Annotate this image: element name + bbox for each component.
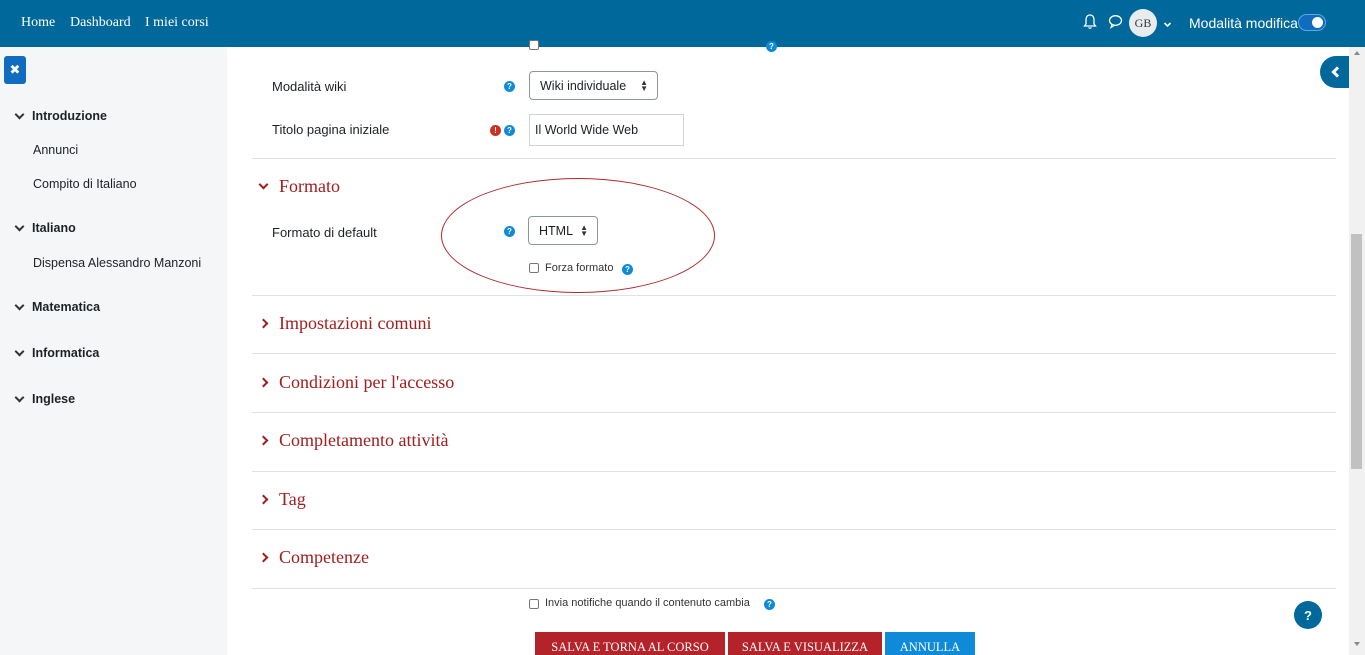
help-icon[interactable]: ? — [504, 125, 515, 136]
chevron-down-icon — [14, 300, 25, 310]
partial-checkbox-hidden[interactable] — [529, 40, 539, 50]
nav-dashboard-link[interactable]: Dashboard — [70, 15, 131, 31]
notify-checkbox[interactable] — [529, 599, 539, 609]
help-float-button[interactable]: ? — [1294, 601, 1322, 629]
highlight-annotation-ellipse — [441, 178, 715, 293]
divider — [252, 412, 1336, 413]
bell-icon[interactable] — [1083, 14, 1097, 35]
help-icon[interactable]: ? — [766, 41, 777, 52]
chevron-right-icon — [258, 377, 269, 388]
chevron-down-icon — [14, 109, 25, 119]
divider — [252, 529, 1336, 530]
scroll-thumb[interactable] — [1351, 234, 1362, 469]
course-item-dispensa-manzoni[interactable]: Dispensa Alessandro Manzoni — [33, 256, 201, 270]
section-header-competenze[interactable]: Competenze — [258, 547, 369, 568]
divider — [252, 295, 1336, 296]
course-section-inglese[interactable]: Inglese — [14, 392, 75, 406]
course-item-annunci[interactable]: Annunci — [33, 143, 78, 157]
user-menu-chevron-down-icon[interactable] — [1163, 16, 1172, 34]
save-return-button[interactable]: SALVA E TORNA AL CORSO — [535, 632, 725, 655]
close-icon: ✖ — [9, 62, 21, 77]
divider — [252, 158, 1336, 159]
toggle-knob — [1312, 17, 1323, 28]
required-icon: ! — [490, 125, 501, 136]
course-section-italiano[interactable]: Italiano — [14, 221, 76, 235]
wiki-mode-select[interactable]: Wiki individuale ▲ ▼ — [529, 71, 658, 100]
scroll-down-icon[interactable] — [1354, 642, 1360, 646]
section-header-tag[interactable]: Tag — [258, 489, 306, 510]
first-page-title-input[interactable]: Il World Wide Web — [529, 114, 684, 146]
save-display-button[interactable]: SALVA E VISUALIZZA — [728, 632, 882, 655]
section-header-condizioni-accesso[interactable]: Condizioni per l'accesso — [258, 372, 454, 393]
cancel-button[interactable]: ANNULLA — [885, 632, 975, 655]
close-drawer-button[interactable]: ✖ — [4, 56, 26, 84]
question-icon: ? — [1304, 607, 1312, 623]
chevron-right-icon — [258, 318, 269, 329]
top-navbar: Home Dashboard I miei corsi GB Modalità … — [0, 0, 1365, 47]
edit-mode-label: Modalità modifica — [1189, 15, 1298, 31]
course-section-introduzione[interactable]: Introduzione — [14, 109, 107, 123]
help-icon[interactable]: ? — [504, 81, 515, 92]
default-format-label: Formato di default — [272, 225, 377, 240]
divider — [252, 353, 1336, 354]
chevron-down-icon — [14, 392, 25, 402]
chat-icon[interactable] — [1108, 14, 1123, 34]
course-section-matematica[interactable]: Matematica — [14, 300, 100, 314]
edit-mode-toggle[interactable] — [1298, 14, 1326, 31]
divider — [252, 471, 1336, 472]
section-header-completamento[interactable]: Completamento attività — [258, 430, 448, 451]
wiki-mode-label: Modalità wiki — [272, 79, 347, 94]
nav-home-link[interactable]: Home — [21, 15, 55, 31]
select-arrows-icon: ▲ ▼ — [640, 78, 648, 93]
scroll-up-icon[interactable] — [1354, 51, 1360, 55]
chevron-right-icon — [258, 435, 269, 446]
chevron-down-icon — [14, 221, 25, 231]
course-section-informatica[interactable]: Informatica — [14, 346, 99, 360]
chevron-down-icon — [14, 346, 25, 356]
chevron-down-icon — [258, 179, 269, 190]
chevron-left-icon — [1331, 66, 1343, 78]
avatar[interactable]: GB — [1129, 9, 1157, 37]
section-header-formato[interactable]: Formato — [258, 176, 340, 197]
nav-my-courses-link[interactable]: I miei corsi — [145, 15, 209, 31]
divider — [252, 588, 1336, 589]
help-icon[interactable]: ? — [764, 599, 775, 610]
notify-label: Invia notifiche quando il contenuto camb… — [545, 597, 750, 609]
scrollbar[interactable] — [1349, 47, 1365, 655]
open-block-drawer-button[interactable] — [1320, 56, 1350, 88]
section-header-impostazioni-comuni[interactable]: Impostazioni comuni — [258, 313, 431, 334]
first-page-title-label: Titolo pagina iniziale — [272, 122, 390, 137]
chevron-right-icon — [258, 552, 269, 563]
course-item-compito-italiano[interactable]: Compito di Italiano — [33, 177, 137, 191]
chevron-right-icon — [258, 494, 269, 505]
